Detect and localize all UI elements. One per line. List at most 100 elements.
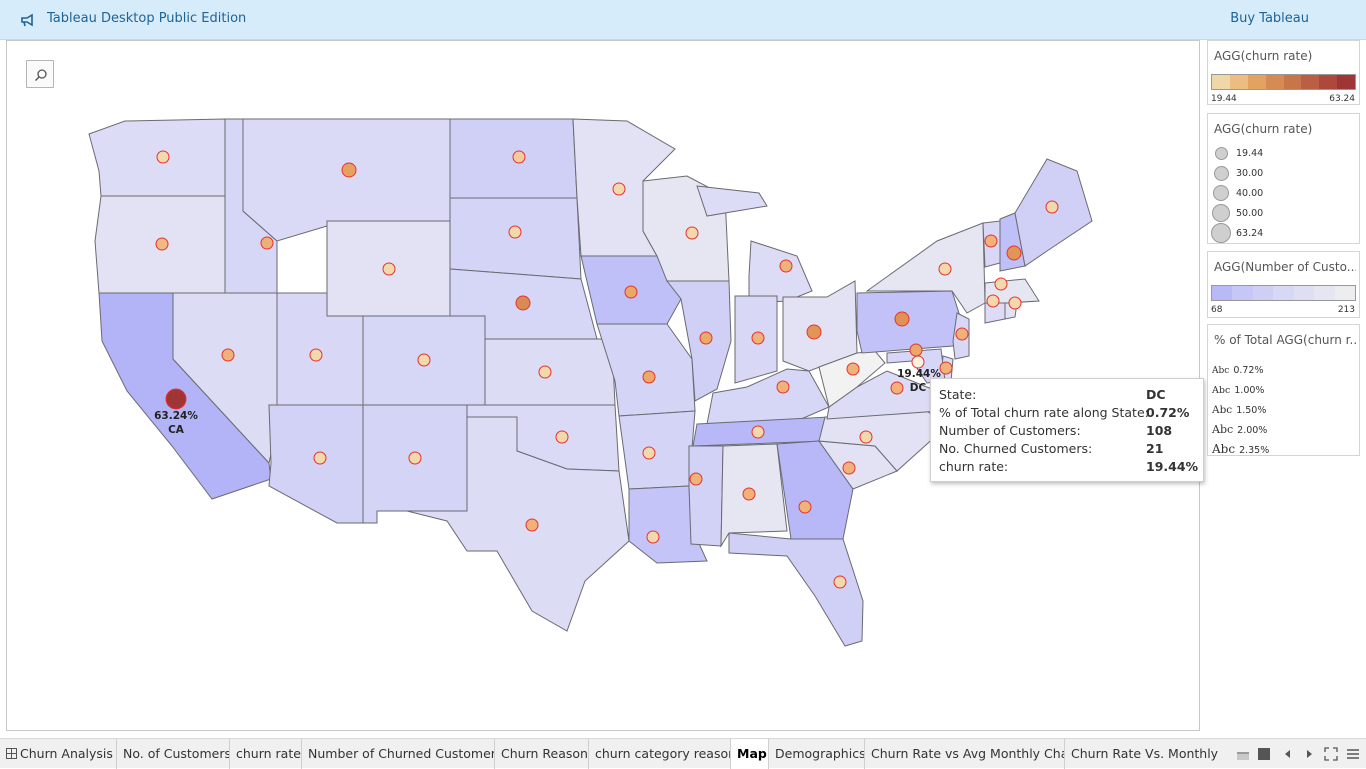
churn-rate-mark[interactable]: [165, 388, 187, 410]
churn-rate-mark[interactable]: [341, 162, 357, 178]
churn-rate-mark[interactable]: [1008, 296, 1022, 310]
tab-no-of-customers[interactable]: No. of Customers: [117, 739, 230, 769]
churn-rate-mark[interactable]: [890, 381, 904, 395]
churn-rate-mark[interactable]: [776, 380, 790, 394]
label-legend-entry: Abc 1.00%: [1212, 385, 1265, 396]
grid-view-icon[interactable]: [1236, 747, 1250, 761]
churn-rate-mark[interactable]: [555, 430, 569, 444]
next-sheet-icon[interactable]: [1302, 747, 1316, 761]
churn-rate-mark[interactable]: [508, 225, 522, 239]
megaphone-icon: [21, 13, 33, 27]
churn-rate-mark[interactable]: [646, 530, 660, 544]
churn-rate-mark[interactable]: [909, 343, 923, 357]
fullscreen-icon[interactable]: [1324, 747, 1338, 761]
legend-title: AGG(churn rate): [1214, 122, 1313, 136]
legend-color-churn-rate[interactable]: AGG(churn rate) 19.44 63.24: [1207, 40, 1360, 105]
tab-demographics[interactable]: Demographics: [769, 739, 865, 769]
tooltip-key: State:: [939, 387, 977, 402]
state-ky[interactable]: [706, 368, 830, 427]
dashboard-tab-icon: [6, 748, 17, 759]
state-ar[interactable]: [618, 410, 696, 490]
sheet-tab-bar: Churn Analysis No. of Customers churn ra…: [0, 738, 1366, 769]
churn-rate-mark[interactable]: [911, 355, 925, 369]
size-legend-entry: 30.00: [1208, 165, 1358, 185]
buy-tableau-link[interactable]: Buy Tableau: [1230, 11, 1309, 26]
churn-rate-mark[interactable]: [833, 575, 847, 589]
churn-rate-mark[interactable]: [955, 327, 969, 341]
tooltip-value: 21: [1146, 441, 1164, 456]
legend-min: 19.44: [1211, 94, 1237, 104]
churn-rate-mark[interactable]: [382, 262, 396, 276]
state-pa[interactable]: [856, 290, 964, 354]
tab-churn-reason[interactable]: Churn Reason: [495, 739, 589, 769]
legend-size-churn-rate[interactable]: AGG(churn rate) 19.44 30.00 40.00 50.00 …: [1207, 113, 1360, 244]
label-legend-entry: Abc 2.35%: [1212, 442, 1270, 456]
state-az[interactable]: [268, 404, 364, 524]
label-legend-entry: Abc 1.50%: [1212, 404, 1267, 416]
churn-rate-mark[interactable]: [155, 237, 169, 251]
map-search-button[interactable]: [26, 60, 54, 88]
churn-rate-mark[interactable]: [156, 150, 170, 164]
churn-rate-mark[interactable]: [689, 472, 703, 486]
churn-rate-mark[interactable]: [512, 150, 526, 164]
churn-rate-mark[interactable]: [994, 277, 1008, 291]
legend-color-customers[interactable]: AGG(Number of Custo... 68 213: [1207, 251, 1360, 318]
churn-rate-mark[interactable]: [313, 451, 327, 465]
tab-churn-rate-vs-monthly-data[interactable]: Churn Rate Vs. Monthly Dat: [1065, 739, 1222, 769]
size-legend-entry: 63.24: [1208, 223, 1358, 245]
churn-rate-mark[interactable]: [939, 361, 953, 375]
churn-rate-mark[interactable]: [309, 348, 323, 362]
churn-rate-mark[interactable]: [1006, 245, 1022, 261]
churn-rate-mark[interactable]: [408, 451, 422, 465]
tab-churn-rate-vs-avg-monthly-charge[interactable]: Churn Rate vs Avg Monthly Char...: [865, 739, 1065, 769]
churn-rate-mark[interactable]: [986, 294, 1000, 308]
churn-rate-mark[interactable]: [417, 353, 431, 367]
tooltip-value: 108: [1146, 423, 1173, 438]
churn-rate-mark[interactable]: [742, 487, 756, 501]
churn-rate-mark[interactable]: [751, 425, 765, 439]
churn-rate-mark[interactable]: [859, 430, 873, 444]
churn-rate-mark[interactable]: [779, 259, 793, 273]
state-sd[interactable]: [449, 197, 582, 280]
churn-rate-mark[interactable]: [842, 461, 856, 475]
legend-min: 68: [1211, 305, 1223, 315]
churn-rate-mark[interactable]: [798, 500, 812, 514]
churn-rate-mark[interactable]: [525, 518, 539, 532]
size-legend-entry: 19.44: [1208, 145, 1358, 165]
churn-rate-mark[interactable]: [642, 446, 656, 460]
churn-rate-mark[interactable]: [642, 370, 656, 384]
tooltip-value: DC: [1146, 387, 1166, 402]
tab-churn-category-reason[interactable]: churn category reason: [589, 739, 731, 769]
ca-value-label: 63.24%: [154, 410, 198, 422]
state-ms[interactable]: [688, 445, 724, 547]
legend-title: % of Total AGG(churn r...: [1214, 333, 1356, 347]
churn-rate-mark[interactable]: [938, 262, 952, 276]
churn-rate-mark[interactable]: [846, 362, 860, 376]
dc-state-label: DC: [910, 382, 927, 394]
tab-churn-analysis[interactable]: Churn Analysis: [0, 739, 117, 769]
churn-rate-mark[interactable]: [612, 182, 626, 196]
ca-state-label: CA: [168, 424, 185, 436]
churn-rate-mark[interactable]: [515, 295, 531, 311]
churn-rate-mark[interactable]: [1045, 200, 1059, 214]
sheet-menu-icon[interactable]: [1346, 747, 1360, 761]
churn-rate-mark[interactable]: [894, 311, 910, 327]
tab-churn-rate[interactable]: churn rate: [230, 739, 302, 769]
churn-rate-mark[interactable]: [699, 331, 713, 345]
churn-rate-mark[interactable]: [624, 285, 638, 299]
churn-rate-mark[interactable]: [806, 324, 822, 340]
churn-rate-mark[interactable]: [538, 365, 552, 379]
tooltip-key: Number of Customers:: [939, 423, 1081, 438]
tab-map[interactable]: Map: [731, 739, 769, 769]
previous-sheet-icon[interactable]: [1281, 747, 1295, 761]
churn-rate-mark[interactable]: [221, 348, 235, 362]
churn-rate-mark[interactable]: [984, 234, 998, 248]
churn-rate-mark[interactable]: [685, 226, 699, 240]
churn-rate-mark[interactable]: [260, 236, 274, 250]
filmstrip-icon[interactable]: [1257, 747, 1271, 761]
state-fl[interactable]: [728, 532, 864, 647]
tab-number-of-churned-customers[interactable]: Number of Churned Customers: [302, 739, 495, 769]
legend-percent-of-total[interactable]: % of Total AGG(churn r... Abc 0.72% Abc 1.…: [1207, 324, 1360, 456]
legend-max: 63.24: [1329, 94, 1355, 104]
churn-rate-mark[interactable]: [751, 331, 765, 345]
